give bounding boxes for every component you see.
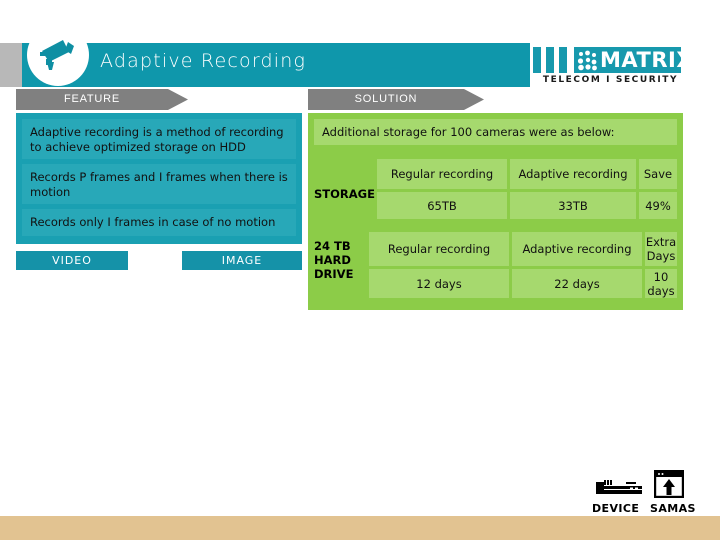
hard-drive-label-line: DRIVE <box>314 267 354 281</box>
feature-panel: Adaptive recording is a method of record… <box>16 113 302 244</box>
banner-feature-label: FEATURE <box>63 93 121 105</box>
banner-feature: FEATURE <box>16 89 188 110</box>
logo-bar-2 <box>546 47 554 73</box>
table-value-cell: 65TB <box>377 192 507 219</box>
matrix-logo: MATRIX TELECOM I SECURITY <box>533 44 694 90</box>
table-header-cell: Adaptive recording <box>512 232 642 266</box>
feature-bullet: Records P frames and I frames when there… <box>22 164 296 204</box>
storage-row-label: STORAGE <box>314 187 375 201</box>
feature-bullet: Records only I frames in case of no moti… <box>22 209 296 236</box>
table-header-cell: Save <box>639 159 677 189</box>
hard-drive-label-line: 24 TB <box>314 239 351 253</box>
samas-label: SAMAS <box>650 502 696 515</box>
page-title: Adaptive Recording <box>100 50 307 72</box>
logo-wordmark: MATRIX <box>600 47 694 73</box>
hard-drive-row-label: 24 TB HARD DRIVE <box>314 239 374 281</box>
header-left-accent <box>0 43 22 87</box>
table-value-cell: 49% <box>639 192 677 219</box>
dvr-device-icon <box>596 478 642 503</box>
table-header-cell: Adaptive recording <box>510 159 636 189</box>
table-value-cell: 12 days <box>369 269 509 298</box>
table-header-cell: Regular recording <box>377 159 507 189</box>
hard-drive-label-line: HARD <box>314 253 351 267</box>
feature-bullet: Adaptive recording is a method of record… <box>22 119 296 159</box>
banner-solution: SOLUTION <box>308 89 484 110</box>
video-tag-button[interactable]: VIDEO <box>16 251 128 270</box>
table-header-cell: Extra Days <box>645 232 677 266</box>
table-header-cell: Regular recording <box>369 232 509 266</box>
matrix-dots-icon <box>574 47 600 73</box>
footer-icon-group: DEVICE SAMAS <box>592 469 710 516</box>
table-value-cell: 33TB <box>510 192 636 219</box>
table-value-cell: 22 days <box>512 269 642 298</box>
solution-panel: Additional storage for 100 cameras were … <box>308 113 683 310</box>
solution-note: Additional storage for 100 cameras were … <box>314 119 677 145</box>
image-tag-button[interactable]: IMAGE <box>182 251 302 270</box>
logo-bar-1 <box>533 47 541 73</box>
cctv-camera-icon <box>27 24 89 86</box>
bottom-strip <box>0 516 720 540</box>
logo-tagline: TELECOM I SECURITY <box>542 75 679 85</box>
device-label: DEVICE <box>592 502 640 515</box>
browser-upload-icon <box>653 469 685 503</box>
banner-solution-label: SOLUTION <box>354 93 418 105</box>
table-value-cell: 10 days <box>645 269 677 298</box>
logo-bar-3 <box>559 47 567 73</box>
